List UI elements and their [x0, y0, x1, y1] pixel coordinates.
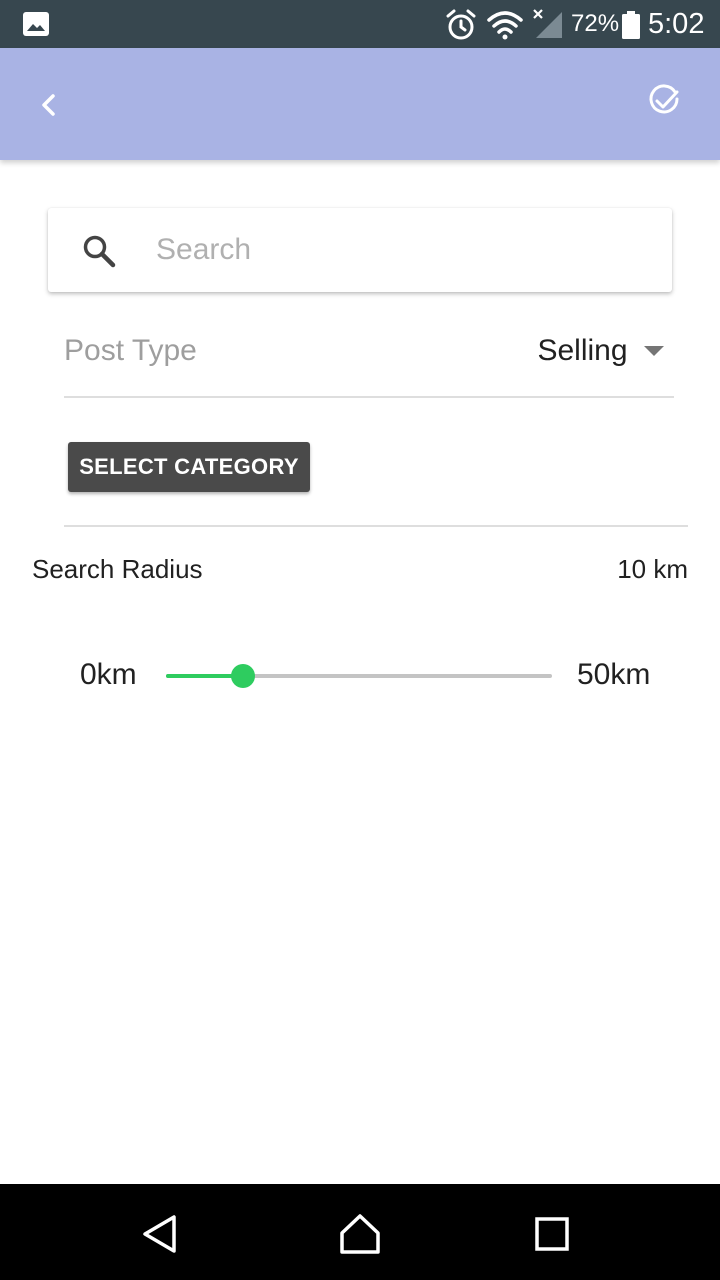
radius-slider[interactable]: [166, 660, 552, 692]
slider-max-label: 50km: [577, 658, 651, 691]
post-type-dropdown[interactable]: Selling: [537, 330, 664, 374]
gallery-icon: [23, 12, 49, 36]
status-bar: 72% 5:02: [0, 0, 720, 48]
slider-min-label: 0km: [80, 658, 137, 691]
search-radius-value: 10 km: [617, 554, 688, 584]
dropdown-arrow-icon: [644, 346, 664, 356]
check-circle-icon[interactable]: [642, 80, 686, 124]
post-type-label: Post Type: [64, 334, 197, 367]
navigation-bar: [0, 1184, 720, 1280]
post-type-selected-value: Selling: [537, 334, 628, 367]
nav-recents-icon[interactable]: [532, 1214, 572, 1254]
search-radius-label: Search Radius: [32, 554, 203, 584]
battery-icon: [622, 11, 640, 39]
post-type-row: Post Type Selling: [64, 320, 674, 398]
search-input[interactable]: [156, 226, 646, 274]
nav-back-icon[interactable]: [138, 1212, 182, 1256]
slider-thumb[interactable]: [231, 664, 255, 688]
nav-home-icon[interactable]: [337, 1211, 383, 1257]
app-bar: [0, 48, 720, 160]
search-icon: [83, 235, 116, 268]
wifi-icon: [487, 11, 523, 40]
signal-icon: [533, 9, 562, 38]
filter-screen: 72% 5:02 Post Type Selling SELECT CA: [0, 0, 720, 1280]
clock-time: 5:02: [648, 8, 705, 40]
search-card: [48, 208, 672, 292]
battery-percent: 72%: [571, 10, 620, 37]
alarm-icon: [446, 9, 476, 40]
back-icon[interactable]: [28, 84, 70, 126]
select-category-button[interactable]: SELECT CATEGORY: [68, 442, 310, 492]
divider: [64, 525, 688, 527]
